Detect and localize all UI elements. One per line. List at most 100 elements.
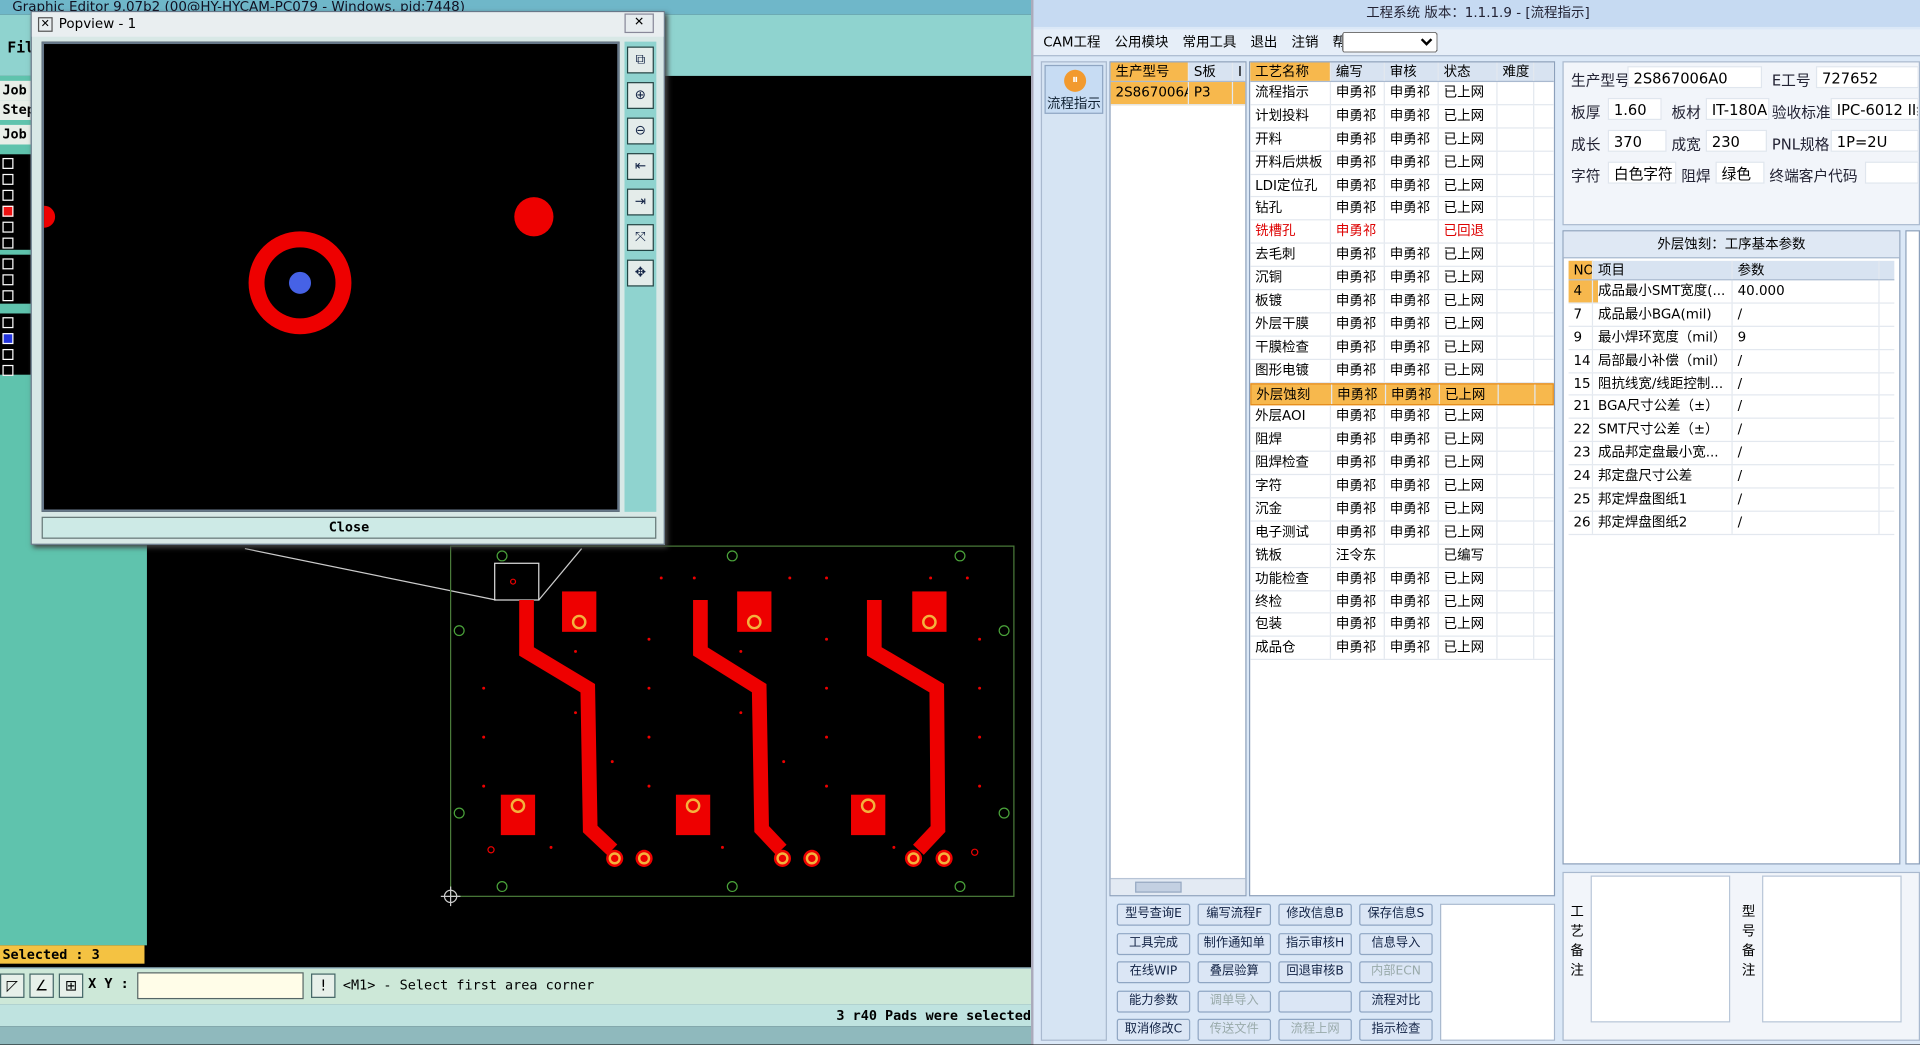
action-button[interactable]: 制作通知单 bbox=[1197, 932, 1272, 955]
col-i[interactable]: I bbox=[1233, 62, 1246, 81]
layer-checkbox[interactable] bbox=[2, 274, 14, 286]
col-reviewer[interactable]: 审核 bbox=[1385, 62, 1439, 81]
menu-common-module[interactable]: 公用模块 bbox=[1115, 29, 1169, 56]
action-button[interactable]: 流程对比 bbox=[1359, 990, 1433, 1013]
pnl-value[interactable]: 1P=2U bbox=[1830, 129, 1919, 152]
table-row[interactable]: 4 成品最小SMT宽度(... 40.000 bbox=[1568, 280, 1895, 304]
fit-icon[interactable]: ⤧ bbox=[626, 224, 654, 252]
table-row[interactable]: 22 SMT尺寸公差（±） / bbox=[1568, 419, 1895, 443]
cust-value[interactable] bbox=[1864, 161, 1919, 184]
table-row[interactable]: 终检 申勇祁 申勇祁 已上网 bbox=[1250, 590, 1554, 615]
menu-exit[interactable]: 退出 bbox=[1250, 29, 1277, 56]
layer-checkbox[interactable] bbox=[2, 237, 14, 249]
snap-icon[interactable]: ◸ bbox=[0, 973, 25, 998]
action-button[interactable]: 指示检查 bbox=[1359, 1018, 1433, 1041]
table-row[interactable]: 23 成品邦定盘最小宽... / bbox=[1568, 442, 1895, 466]
table-row[interactable]: 板镀 申勇祁 申勇祁 已上网 bbox=[1250, 290, 1554, 314]
table-row[interactable]: 功能检查 申勇祁 申勇祁 已上网 bbox=[1250, 567, 1554, 591]
table-row[interactable]: 干膜检查 申勇祁 申勇祁 已上网 bbox=[1250, 336, 1554, 360]
table-row[interactable]: 7 成品最小BGA(mil) / bbox=[1568, 303, 1895, 327]
table-row[interactable]: 15 阻抗线宽/线距控制... / bbox=[1568, 372, 1895, 397]
action-button[interactable]: 流程上网 bbox=[1278, 1018, 1352, 1041]
prod-no-value[interactable]: 2S867006A0 bbox=[1627, 66, 1763, 89]
nav-flow-indicator-button[interactable]: ⏸ 流程指示 bbox=[1044, 64, 1104, 114]
col-s-board[interactable]: S板 bbox=[1189, 62, 1234, 81]
action-button[interactable] bbox=[1278, 990, 1352, 1013]
menu-dropdown[interactable] bbox=[1342, 31, 1438, 53]
popview-close-button[interactable]: Close bbox=[41, 516, 657, 539]
process-notes-input[interactable] bbox=[1590, 875, 1731, 1023]
col-item[interactable]: 项目 bbox=[1593, 260, 1733, 280]
col-status[interactable]: 状态 bbox=[1439, 62, 1498, 81]
table-row[interactable]: 26 邦定焊盘图纸2/ bbox=[1568, 511, 1895, 535]
table-row[interactable]: 成品仓 申勇祁 申勇祁 已上网 bbox=[1250, 637, 1554, 661]
action-button[interactable]: 叠层验算 bbox=[1197, 961, 1272, 984]
col-writer[interactable]: 编写 bbox=[1331, 62, 1385, 81]
table-row[interactable]: 外层干膜 申勇祁 申勇祁 已上网 bbox=[1250, 313, 1554, 337]
action-button[interactable]: 取消修改C bbox=[1116, 1018, 1191, 1041]
table-row[interactable]: 电子测试 申勇祁 申勇祁 已上网 bbox=[1250, 521, 1554, 545]
action-button[interactable]: 能力参数 bbox=[1116, 990, 1191, 1013]
col-prod-no[interactable]: 生产型号 bbox=[1110, 62, 1189, 81]
mask-value[interactable]: 绿色 bbox=[1715, 161, 1765, 184]
table-row[interactable]: LDI定位孔 申勇祁 申勇祁 已上网 bbox=[1250, 174, 1554, 198]
action-button[interactable]: 在线WIP bbox=[1116, 961, 1191, 984]
layer-checkbox[interactable] bbox=[2, 258, 14, 270]
angle-icon[interactable]: ∠ bbox=[29, 973, 54, 998]
zoom-out-icon[interactable]: ⊖ bbox=[626, 117, 654, 145]
table-row[interactable]: 流程指示 申勇祁 申勇祁 已上网 bbox=[1250, 82, 1554, 106]
col-param[interactable]: 参数 bbox=[1733, 260, 1880, 280]
table-row[interactable]: 铣板 汪令东 已编写 bbox=[1250, 544, 1554, 568]
material-value[interactable]: IT-180A bbox=[1705, 97, 1770, 121]
table-row[interactable]: 21 BGA尺寸公差（±） / bbox=[1568, 396, 1895, 420]
layer-checkbox[interactable] bbox=[2, 189, 14, 201]
pan-right-icon[interactable]: ⇥ bbox=[626, 188, 654, 216]
table-row[interactable]: 开料 申勇祁 申勇祁 已上网 bbox=[1250, 128, 1554, 152]
model-notes-input[interactable] bbox=[1762, 875, 1902, 1023]
action-button[interactable]: 工具完成 bbox=[1116, 932, 1191, 955]
std-value[interactable]: IPC-6012 II级 bbox=[1830, 97, 1919, 121]
len-value[interactable]: 370 bbox=[1607, 129, 1667, 152]
table-row[interactable]: 外层蚀刻 申勇祁 申勇祁 已上网 bbox=[1250, 382, 1554, 406]
action-button[interactable]: 回退审核B bbox=[1278, 961, 1352, 984]
layer-checkbox[interactable] bbox=[2, 333, 14, 345]
menu-cam[interactable]: CAM工程 bbox=[1043, 29, 1100, 56]
table-row[interactable]: 沉铜 申勇祁 申勇祁 已上网 bbox=[1250, 267, 1554, 291]
layer-checkbox[interactable] bbox=[2, 205, 14, 217]
zoom-in-icon[interactable]: ⊕ bbox=[626, 82, 654, 109]
table-row[interactable]: 阻焊 申勇祁 申勇祁 已上网 bbox=[1250, 429, 1554, 453]
action-button[interactable]: 调单导入 bbox=[1197, 990, 1272, 1013]
layer-checkbox[interactable] bbox=[2, 290, 14, 302]
action-button[interactable]: 信息导入 bbox=[1359, 932, 1433, 955]
table-row[interactable]: 24 邦定盘尺寸公差 / bbox=[1568, 465, 1895, 489]
action-button[interactable]: 修改信息B bbox=[1278, 903, 1352, 926]
pan-left-icon[interactable]: ⇤ bbox=[626, 153, 654, 181]
layer-checkbox[interactable] bbox=[2, 157, 14, 169]
info-icon[interactable]: ! bbox=[311, 973, 336, 998]
horizontal-scrollbar[interactable] bbox=[1110, 877, 1246, 896]
center-icon[interactable]: ✥ bbox=[626, 259, 654, 287]
table-row[interactable]: 阻焊检查 申勇祁 申勇祁 已上网 bbox=[1250, 452, 1554, 476]
action-button[interactable]: 型号查询E bbox=[1116, 903, 1191, 926]
layer-checkbox[interactable] bbox=[2, 364, 14, 376]
table-row[interactable]: 14 局部最小补偿（mil） / bbox=[1568, 349, 1895, 373]
table-row[interactable]: 9 最小焊环宽度（mil） 9 bbox=[1568, 326, 1895, 350]
layer-checkbox[interactable] bbox=[2, 348, 14, 361]
table-row[interactable]: 铣槽孔 申勇祁 已回退 bbox=[1250, 220, 1554, 244]
layer-checkbox[interactable] bbox=[2, 221, 14, 233]
table-row[interactable]: 沉金 申勇祁 申勇祁 已上网 bbox=[1250, 498, 1554, 522]
zoom-window-icon[interactable]: ⧉ bbox=[626, 46, 654, 74]
action-button[interactable]: 传送文件 bbox=[1197, 1018, 1272, 1041]
wid-value[interactable]: 230 bbox=[1705, 129, 1767, 152]
menu-logout[interactable]: 注销 bbox=[1291, 29, 1318, 56]
popview-canvas[interactable] bbox=[41, 41, 620, 512]
table-row[interactable]: 外层AOI 申勇祁 申勇祁 已上网 bbox=[1250, 405, 1554, 430]
table-row[interactable]: 钻孔 申勇祁 申勇祁 已上网 bbox=[1250, 197, 1554, 221]
char-value[interactable]: 白色字符 bbox=[1607, 161, 1677, 184]
action-button[interactable]: 内部ECN bbox=[1359, 961, 1433, 984]
table-row[interactable]: 计划投料 申勇祁 申勇祁 已上网 bbox=[1250, 105, 1554, 129]
table-row[interactable]: 包装 申勇祁 申勇祁 已上网 bbox=[1250, 614, 1554, 638]
thick-value[interactable]: 1.60 bbox=[1607, 97, 1662, 121]
table-row[interactable]: 图形电镀 申勇祁 申勇祁 已上网 bbox=[1250, 359, 1554, 383]
action-button[interactable]: 指示审核H bbox=[1278, 932, 1352, 955]
